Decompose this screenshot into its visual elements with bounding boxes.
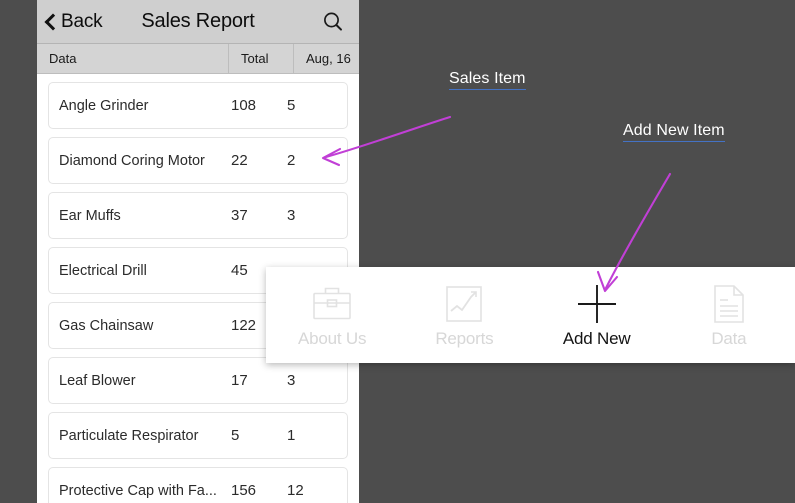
- cell-item-name: Diamond Coring Motor: [59, 152, 205, 169]
- toolbar-item-reports[interactable]: Reports: [398, 267, 530, 363]
- toolbar-item-data[interactable]: Data: [663, 267, 795, 363]
- navigation-bar: Back Sales Report: [37, 0, 359, 44]
- cell-item-name: Gas Chainsaw: [59, 317, 154, 334]
- page-title: Sales Report: [141, 10, 255, 32]
- cell-item-date: 12: [287, 482, 304, 499]
- cell-item-total: 5: [231, 427, 240, 444]
- cell-item-total: 156: [231, 482, 257, 499]
- table-row[interactable]: Ear Muffs 37 3: [48, 192, 348, 239]
- table-row[interactable]: Particulate Respirator 5 1: [48, 412, 348, 459]
- cell-item-date: 3: [287, 207, 296, 224]
- toolbar-label-data: Data: [711, 328, 747, 348]
- cell-item-date: 1: [287, 427, 296, 444]
- plus-icon: [574, 282, 620, 326]
- cell-item-name: Electrical Drill: [59, 262, 147, 279]
- column-header-date[interactable]: Aug, 16: [294, 44, 359, 73]
- cell-item-total: 108: [231, 97, 257, 114]
- cell-item-date: 2: [287, 152, 296, 169]
- table-row[interactable]: Protective Cap with Fa... 156 12: [48, 467, 348, 503]
- line-chart-icon: [444, 282, 484, 326]
- cell-item-name: Particulate Respirator: [59, 427, 199, 444]
- toolbar-label-about-us: About Us: [297, 328, 367, 348]
- cell-item-total: 22: [231, 152, 248, 169]
- toolbar-item-add-new[interactable]: Add New: [531, 267, 663, 363]
- cell-item-name: Angle Grinder: [59, 97, 149, 114]
- toolbar-item-about-us[interactable]: About Us: [266, 267, 398, 363]
- cell-item-date: 5: [287, 97, 296, 114]
- toolbar-label-add-new: Add New: [562, 328, 631, 348]
- column-header-data[interactable]: Data: [37, 44, 229, 73]
- cell-item-date: 3: [287, 372, 296, 389]
- table-row[interactable]: Diamond Coring Motor 22 2: [48, 137, 348, 184]
- cell-item-name: Protective Cap with Fa...: [59, 482, 217, 499]
- table-row[interactable]: Leaf Blower 17 3: [48, 357, 348, 404]
- search-icon[interactable]: [321, 10, 345, 34]
- cell-item-total: 17: [231, 372, 248, 389]
- document-icon: [711, 282, 747, 326]
- table-column-header: Data Total Aug, 16: [37, 44, 359, 74]
- toolbar-label-reports: Reports: [435, 328, 494, 348]
- briefcase-icon: [311, 282, 353, 326]
- bottom-toolbar: About Us Reports Add New Data: [266, 267, 795, 363]
- cell-item-name: Leaf Blower: [59, 372, 136, 389]
- column-header-total[interactable]: Total: [229, 44, 294, 73]
- cell-item-total: 37: [231, 207, 248, 224]
- cell-item-name: Ear Muffs: [59, 207, 121, 224]
- phone-screen: Back Sales Report Data Total Aug, 16 Ang…: [37, 0, 359, 503]
- table-row[interactable]: Angle Grinder 108 5: [48, 82, 348, 129]
